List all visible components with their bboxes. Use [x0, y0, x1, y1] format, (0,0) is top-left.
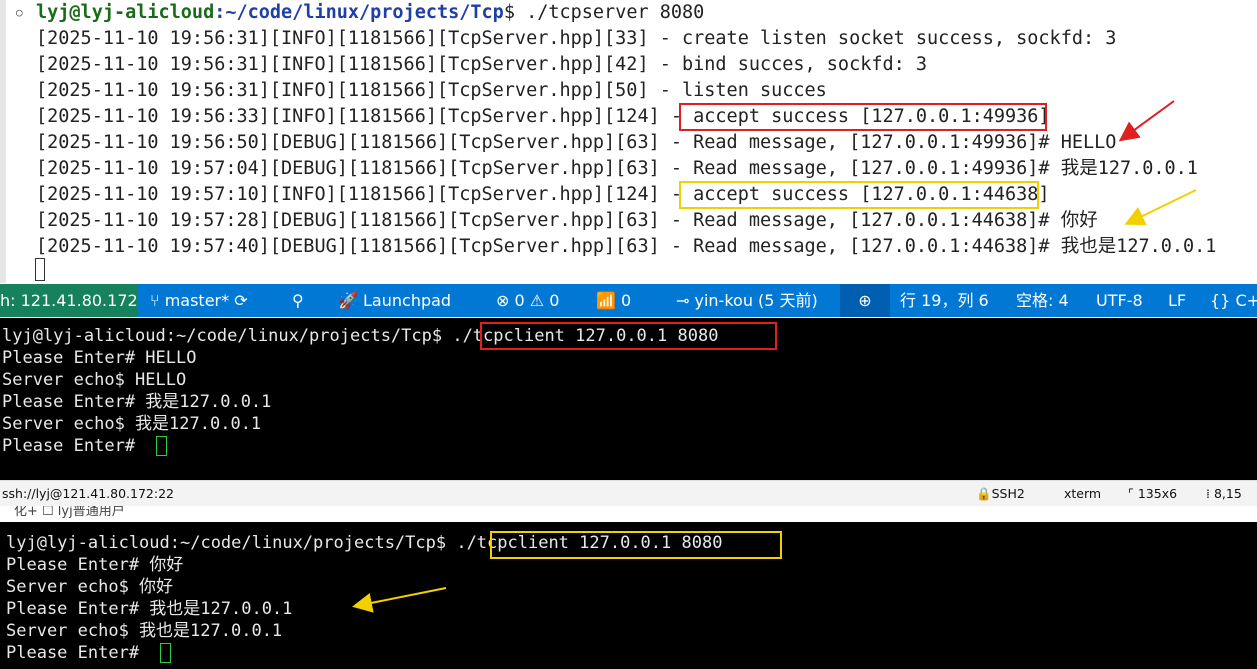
- protocol-indicator: 🔒SSH2: [976, 481, 1025, 507]
- highlight-box-yellow: [679, 181, 1039, 209]
- server-terminal[interactable]: ○ lyj@lyj-alicloud:~/code/linux/projects…: [0, 0, 1257, 283]
- terminal-line: Please Enter# 你好: [6, 555, 184, 575]
- terminal-type: xterm: [1064, 486, 1102, 501]
- branch-name: master*: [164, 291, 230, 310]
- terminal-line: Please Enter#: [6, 643, 150, 663]
- git-branch-icon: ⑂: [150, 291, 165, 310]
- size-label: 135x6: [1137, 486, 1178, 501]
- cursor-location: ⁞ 8,15: [1206, 481, 1242, 507]
- client-terminal-1[interactable]: lyj@lyj-alicloud:~/code/linux/projects/T…: [0, 318, 1257, 480]
- circle-icon: ○: [16, 6, 23, 19]
- problems-indicator[interactable]: ⊗ 0 ⚠ 0: [496, 284, 559, 317]
- size-icon: ⌜: [1128, 486, 1138, 501]
- log-line: [2025-11-10 19:56:50][DEBUG][1181566][Tc…: [36, 132, 1117, 153]
- session-info-bar: ssh://lyj@121.41.80.172:22 🔒SSH2 xterm ⌜…: [0, 480, 1257, 508]
- session-address: ssh://lyj@121.41.80.172:22: [2, 486, 174, 501]
- commit-icon: ⊸: [676, 291, 695, 310]
- prompt-path: :~/code/linux/projects/Tcp: [214, 2, 504, 23]
- terminal-line: Server echo$ 你好: [6, 577, 174, 597]
- cursor-position[interactable]: 行 19，列 6: [900, 284, 989, 317]
- ports-indicator[interactable]: 📶 0: [596, 284, 631, 317]
- launchpad-button[interactable]: 🚀 Launchpad: [338, 284, 451, 317]
- ports-count: 0: [621, 291, 632, 310]
- protocol-label: SSH2: [991, 486, 1025, 501]
- highlight-box-red: [480, 322, 777, 350]
- git-blame-indicator[interactable]: ⊸ yin-kou (5 天前): [676, 284, 818, 317]
- terminal-line: Server echo$ 我是127.0.0.1: [2, 414, 262, 434]
- status-bar: h: 121.41.80.172 ⑂ master* ⟳ ⚲ 🚀 Launchp…: [0, 284, 1257, 317]
- git-graph-icon[interactable]: ⚲: [292, 284, 304, 317]
- antenna-icon: 📶: [596, 291, 622, 310]
- log-line: [2025-11-10 19:57:04][DEBUG][1181566][Tc…: [36, 158, 1198, 179]
- terminal-line: Please Enter# 我也是127.0.0.1: [6, 599, 293, 619]
- zoom-icon[interactable]: ⊕: [840, 284, 890, 317]
- prompt-user: lyj@lyj-alicloud: [36, 2, 215, 23]
- rocket-icon: 🚀: [338, 291, 364, 310]
- terminal-gutter: [0, 0, 6, 283]
- sync-icon: ⟳: [229, 291, 248, 310]
- terminal-line: Server echo$ 我也是127.0.0.1: [6, 621, 283, 641]
- terminal-line: Please Enter#: [2, 436, 146, 456]
- language-indicator[interactable]: {} C+: [1210, 284, 1257, 317]
- terminal-size: ⌜ 135x6: [1128, 481, 1177, 507]
- highlight-box-red: [679, 103, 1047, 131]
- terminal-cursor: [156, 436, 167, 456]
- session-tab-label[interactable]: 化+ ☐ lyj普通用户: [14, 506, 125, 519]
- log-line: [2025-11-10 19:56:31][INFO][1181566][Tcp…: [36, 80, 827, 101]
- log-line: [2025-11-10 19:57:28][DEBUG][1181566][Tc…: [36, 210, 1098, 231]
- log-line: [2025-11-10 19:56:31][INFO][1181566][Tcp…: [36, 54, 928, 75]
- session-tab-strip[interactable]: 化+ ☐ lyj普通用户: [0, 506, 1257, 522]
- blame-author: yin-kou (5 天前): [694, 291, 818, 310]
- branch-indicator[interactable]: ⑂ master* ⟳: [150, 284, 248, 317]
- remote-host-indicator[interactable]: h: 121.41.80.172: [0, 284, 138, 317]
- launchpad-label: Launchpad: [363, 291, 452, 310]
- indentation-indicator[interactable]: 空格: 4: [1016, 284, 1069, 317]
- prompt-command: $ ./tcpserver 8080: [503, 2, 705, 23]
- log-line: [2025-11-10 19:56:31][INFO][1181566][Tcp…: [36, 28, 1117, 49]
- encoding-indicator[interactable]: UTF-8: [1096, 284, 1143, 317]
- cursor-location-label: 8,15: [1213, 486, 1242, 501]
- highlight-box-yellow: [490, 531, 782, 559]
- terminal-line: Please Enter# HELLO: [2, 348, 197, 368]
- client-terminal-2[interactable]: lyj@lyj-alicloud:~/code/linux/projects/T…: [0, 522, 1257, 669]
- terminal-line: Please Enter# 我是127.0.0.1: [2, 392, 272, 412]
- terminal-cursor: [160, 643, 171, 663]
- log-line: [2025-11-10 19:57:40][DEBUG][1181566][Tc…: [36, 236, 1217, 257]
- position-icon: ⁞: [1206, 486, 1214, 501]
- eol-indicator[interactable]: LF: [1168, 284, 1186, 317]
- terminal-line: Server echo$ HELLO: [2, 370, 187, 390]
- server-prompt-line: lyj@lyj-alicloud:~/code/linux/projects/T…: [36, 0, 704, 26]
- terminal-cursor: [35, 258, 45, 281]
- lock-icon: 🔒: [976, 486, 992, 501]
